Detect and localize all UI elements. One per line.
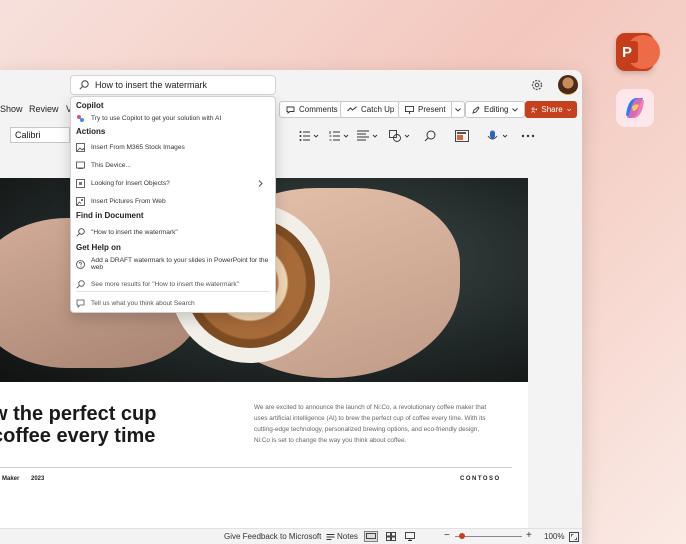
notes-button[interactable]: Notes: [337, 532, 358, 541]
powerpoint-app-icon[interactable]: P: [616, 33, 660, 71]
search-icon: [76, 227, 85, 237]
share-label: Share: [541, 105, 563, 114]
catch-up-button[interactable]: Catch Up: [340, 101, 402, 118]
help-icon: [76, 259, 85, 269]
search-icon: [79, 80, 89, 90]
copilot-heading: Copilot: [76, 101, 104, 110]
search-query: How to insert the watermark: [95, 80, 208, 90]
pencil-icon: [472, 105, 480, 114]
more-options-icon[interactable]: [521, 130, 535, 142]
zoom-slider-track[interactable]: [455, 536, 522, 537]
search-results-dropdown: Copilot Try to use Copilot to get your s…: [70, 96, 276, 313]
normal-view-icon[interactable]: [364, 531, 378, 542]
zoom-out-button[interactable]: −: [444, 530, 450, 541]
slide-body-text[interactable]: We are excited to announce the launch of…: [254, 402, 490, 446]
image-icon: [76, 142, 85, 152]
action-this-device[interactable]: This Device...: [76, 158, 269, 172]
find-result-label: "How to insert the watermark": [91, 228, 178, 236]
copilot-icon: [77, 114, 84, 122]
headline-line-2: coffee every time: [0, 425, 156, 447]
action-label: This Device...: [91, 161, 131, 169]
footer-left: Maker: [2, 476, 20, 482]
catch-up-label: Catch Up: [361, 105, 395, 114]
align-icon[interactable]: [357, 130, 381, 142]
comments-button[interactable]: Comments: [279, 101, 345, 118]
notes-icon: [326, 534, 335, 540]
search-input[interactable]: How to insert the watermark: [70, 75, 276, 95]
status-bar: Give Feedback to Microsoft Notes − + 100…: [0, 528, 582, 544]
reading-view-icon[interactable]: [405, 532, 415, 541]
present-options-chevron-icon[interactable]: [450, 102, 464, 117]
help-article-label: Add a DRAFT watermark to your slides in …: [91, 257, 269, 271]
headline-line-1: w the perfect cup: [0, 403, 157, 425]
see-more-label: See more results for "How to insert the …: [91, 280, 239, 288]
feedback-icon: [76, 299, 85, 308]
editing-mode-button[interactable]: Editing: [465, 101, 526, 118]
search-icon: [76, 279, 85, 289]
present-icon: [405, 105, 414, 114]
copilot-suggestion-label: Try to use Copilot to get your solution …: [91, 114, 222, 122]
editing-label: Editing: [484, 105, 509, 114]
action-label: Insert From M365 Stock Images: [91, 143, 185, 151]
copilot-suggestion[interactable]: Try to use Copilot to get your solution …: [76, 111, 269, 125]
shapes-icon[interactable]: [389, 130, 413, 142]
footer-brand: CONTOSO: [460, 476, 501, 482]
actions-heading: Actions: [76, 127, 106, 136]
designer-icon[interactable]: [455, 130, 471, 142]
comments-label: Comments: [299, 105, 338, 114]
insert-object-icon: [76, 178, 85, 188]
find-icon[interactable]: [424, 130, 438, 142]
chevron-right-icon: [258, 179, 263, 187]
comments-icon: [286, 106, 295, 114]
slide-headline[interactable]: w the perfect cup coffee every time: [0, 403, 156, 447]
dictate-icon[interactable]: [487, 130, 511, 142]
zoom-in-button[interactable]: +: [526, 530, 532, 541]
settings-icon[interactable]: [530, 78, 544, 92]
action-insert-objects[interactable]: Looking for Insert Objects?: [76, 176, 269, 190]
bullets-icon[interactable]: [299, 130, 321, 142]
action-insert-pictures-web[interactable]: Insert Pictures From Web: [76, 194, 269, 208]
chevron-down-icon: [512, 107, 519, 112]
share-button[interactable]: Share: [525, 101, 577, 118]
copilot-app-icon[interactable]: [616, 89, 654, 127]
font-name-field[interactable]: Calibri: [10, 127, 70, 143]
get-help-heading: Get Help on: [76, 243, 121, 252]
catch-up-icon: [347, 106, 357, 112]
search-feedback-label: Tell us what you think about Search: [91, 299, 195, 307]
action-label: Looking for Insert Objects?: [91, 179, 170, 187]
action-label: Insert Pictures From Web: [91, 197, 166, 205]
give-feedback-link[interactable]: Give Feedback to Microsoft: [224, 532, 321, 541]
avatar[interactable]: [558, 75, 578, 95]
menu-show[interactable]: Show: [0, 104, 23, 114]
help-article[interactable]: Add a DRAFT watermark to your slides in …: [76, 257, 269, 271]
search-feedback[interactable]: Tell us what you think about Search: [76, 296, 269, 310]
share-icon: [531, 106, 538, 113]
find-in-document-heading: Find in Document: [76, 211, 144, 220]
web-image-icon: [76, 196, 85, 206]
footer-year: 2023: [31, 476, 45, 482]
dropdown-divider: [76, 291, 270, 292]
numbering-icon[interactable]: [329, 130, 351, 142]
slide-divider: [0, 467, 512, 468]
find-in-document-result[interactable]: "How to insert the watermark": [76, 225, 269, 239]
chevron-down-icon: [566, 108, 571, 111]
device-image-icon: [76, 161, 85, 169]
see-more-results[interactable]: See more results for "How to insert the …: [76, 277, 269, 291]
menu-review[interactable]: Review: [29, 104, 59, 114]
fit-to-window-icon[interactable]: [569, 532, 579, 542]
present-button[interactable]: Present: [398, 101, 465, 118]
zoom-level[interactable]: 100%: [544, 532, 564, 541]
zoom-slider-thumb[interactable]: [459, 533, 466, 539]
action-insert-stock-images[interactable]: Insert From M365 Stock Images: [76, 140, 269, 154]
present-label: Present: [418, 105, 446, 114]
slide-sorter-icon[interactable]: [386, 532, 396, 541]
